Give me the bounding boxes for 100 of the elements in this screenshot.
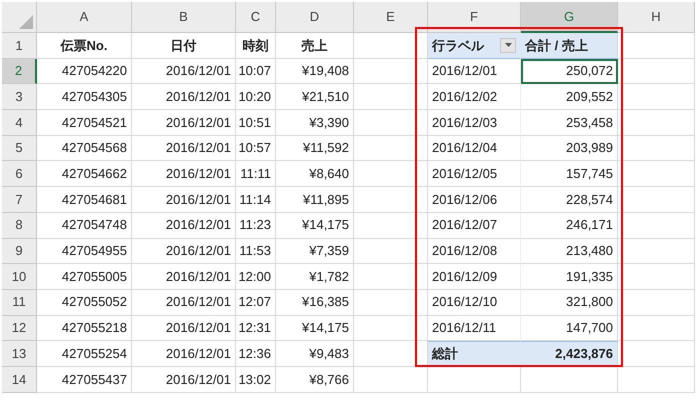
table-cell[interactable]: ¥7,359 — [276, 238, 354, 264]
table-cell[interactable]: 427054955 — [37, 238, 132, 264]
table-cell[interactable]: 427054305 — [37, 84, 132, 110]
table-cell[interactable]: ¥3,390 — [276, 110, 354, 136]
value-cell[interactable]: 250,072 — [521, 58, 618, 84]
table-cell[interactable]: ¥14,175 — [276, 212, 354, 238]
column-header[interactable]: C — [236, 2, 276, 33]
row-header[interactable]: 5 — [2, 136, 37, 162]
value-cell[interactable]: 321,800 — [521, 290, 618, 316]
table-cell[interactable]: 12:36 — [236, 341, 276, 367]
value-cell[interactable]: 191,335 — [521, 264, 618, 290]
empty-cell[interactable] — [354, 187, 428, 213]
empty-cell[interactable] — [618, 316, 695, 342]
row-label[interactable]: 2016/12/04 — [428, 136, 521, 162]
grand-total-value[interactable]: 2,423,876 — [521, 341, 618, 367]
table-cell[interactable]: 12:31 — [236, 316, 276, 342]
table-cell[interactable]: 2016/12/01 — [132, 136, 236, 162]
value-cell[interactable]: 213,480 — [521, 238, 618, 264]
column-header[interactable]: D — [276, 2, 354, 33]
table-cell[interactable]: 2016/12/01 — [132, 110, 236, 136]
empty-cell[interactable] — [354, 316, 428, 342]
row-label[interactable]: 2016/12/01 — [428, 58, 521, 84]
row-label[interactable]: 2016/12/06 — [428, 187, 521, 213]
table-cell[interactable]: 2016/12/01 — [132, 316, 236, 342]
row-label[interactable]: 2016/12/08 — [428, 238, 521, 264]
table-cell[interactable]: ¥14,175 — [276, 316, 354, 342]
table-cell[interactable]: 2016/12/01 — [132, 341, 236, 367]
table-cell[interactable]: 11:53 — [236, 238, 276, 264]
empty-cell[interactable] — [354, 161, 428, 188]
column-heading[interactable]: 売上 — [276, 33, 354, 59]
table-cell[interactable]: ¥16,385 — [276, 290, 354, 316]
empty-cell[interactable] — [354, 110, 428, 136]
empty-cell[interactable] — [354, 264, 428, 290]
row-label[interactable]: 2016/12/03 — [428, 110, 521, 136]
row-header[interactable]: 12 — [2, 316, 37, 342]
row-header[interactable]: 3 — [2, 84, 37, 110]
table-cell[interactable]: 10:57 — [236, 136, 276, 162]
row-label[interactable]: 2016/12/09 — [428, 264, 521, 290]
row-header[interactable]: 10 — [2, 264, 37, 290]
empty-cell[interactable] — [618, 238, 695, 264]
table-cell[interactable]: 12:00 — [236, 264, 276, 290]
table-cell[interactable]: 2016/12/01 — [132, 84, 236, 110]
table-cell[interactable]: 2016/12/01 — [132, 187, 236, 213]
empty-cell[interactable] — [618, 366, 695, 393]
table-cell[interactable]: 427055437 — [37, 366, 132, 393]
filter-dropdown-button[interactable] — [500, 38, 516, 53]
table-cell[interactable]: 427054681 — [37, 187, 132, 213]
table-cell[interactable]: 2016/12/01 — [132, 264, 236, 290]
value-heading[interactable]: 合計 / 売上 — [521, 33, 618, 59]
empty-cell[interactable] — [618, 136, 695, 162]
row-header[interactable]: 2 — [2, 58, 37, 84]
value-cell[interactable]: 228,574 — [521, 187, 618, 213]
table-cell[interactable]: 2016/12/01 — [132, 212, 236, 238]
row-label[interactable]: 2016/12/07 — [428, 212, 521, 238]
table-cell[interactable]: 2016/12/01 — [132, 238, 236, 264]
table-cell[interactable]: 10:07 — [236, 58, 276, 84]
column-header[interactable]: G — [521, 2, 618, 33]
empty-cell[interactable] — [521, 366, 618, 393]
column-heading[interactable]: 伝票No. — [37, 33, 132, 59]
empty-cell[interactable] — [354, 212, 428, 238]
table-cell[interactable]: 427055218 — [37, 316, 132, 342]
table-cell[interactable]: 427054568 — [37, 136, 132, 162]
table-cell[interactable]: 2016/12/01 — [132, 290, 236, 316]
table-cell[interactable]: ¥1,782 — [276, 264, 354, 290]
column-heading[interactable]: 時刻 — [236, 33, 276, 59]
value-cell[interactable]: 209,552 — [521, 84, 618, 110]
table-cell[interactable]: 13:02 — [236, 366, 276, 393]
empty-cell[interactable] — [618, 110, 695, 136]
row-label[interactable]: 2016/12/10 — [428, 290, 521, 316]
table-cell[interactable]: ¥11,895 — [276, 187, 354, 213]
table-cell[interactable]: 427054662 — [37, 161, 132, 188]
table-cell[interactable]: 427055254 — [37, 341, 132, 367]
row-label[interactable]: 2016/12/05 — [428, 161, 521, 188]
column-header[interactable]: A — [37, 2, 132, 33]
row-label[interactable]: 2016/12/02 — [428, 84, 521, 110]
table-cell[interactable]: 10:51 — [236, 110, 276, 136]
row-header[interactable]: 6 — [2, 161, 37, 188]
empty-cell[interactable] — [354, 290, 428, 316]
empty-cell[interactable] — [618, 58, 695, 84]
table-cell[interactable]: 427054220 — [37, 58, 132, 84]
table-cell[interactable]: 12:07 — [236, 290, 276, 316]
value-cell[interactable]: 246,171 — [521, 212, 618, 238]
empty-cell[interactable] — [618, 84, 695, 110]
empty-cell[interactable] — [618, 264, 695, 290]
row-header[interactable]: 9 — [2, 238, 37, 264]
empty-cell[interactable] — [618, 187, 695, 213]
grand-total-label[interactable]: 総計 — [428, 341, 521, 367]
empty-cell[interactable] — [618, 290, 695, 316]
table-cell[interactable]: 427055005 — [37, 264, 132, 290]
table-cell[interactable]: 2016/12/01 — [132, 58, 236, 84]
row-header[interactable]: 7 — [2, 187, 37, 213]
table-cell[interactable]: 11:14 — [236, 187, 276, 213]
value-cell[interactable]: 203,989 — [521, 136, 618, 162]
table-cell[interactable]: 2016/12/01 — [132, 366, 236, 393]
table-cell[interactable]: ¥9,483 — [276, 341, 354, 367]
column-header[interactable]: F — [428, 2, 521, 33]
table-cell[interactable]: ¥19,408 — [276, 58, 354, 84]
empty-cell[interactable] — [428, 366, 521, 393]
row-header[interactable]: 13 — [2, 341, 37, 367]
pivot-header-cell[interactable]: 行ラベル — [428, 33, 521, 59]
